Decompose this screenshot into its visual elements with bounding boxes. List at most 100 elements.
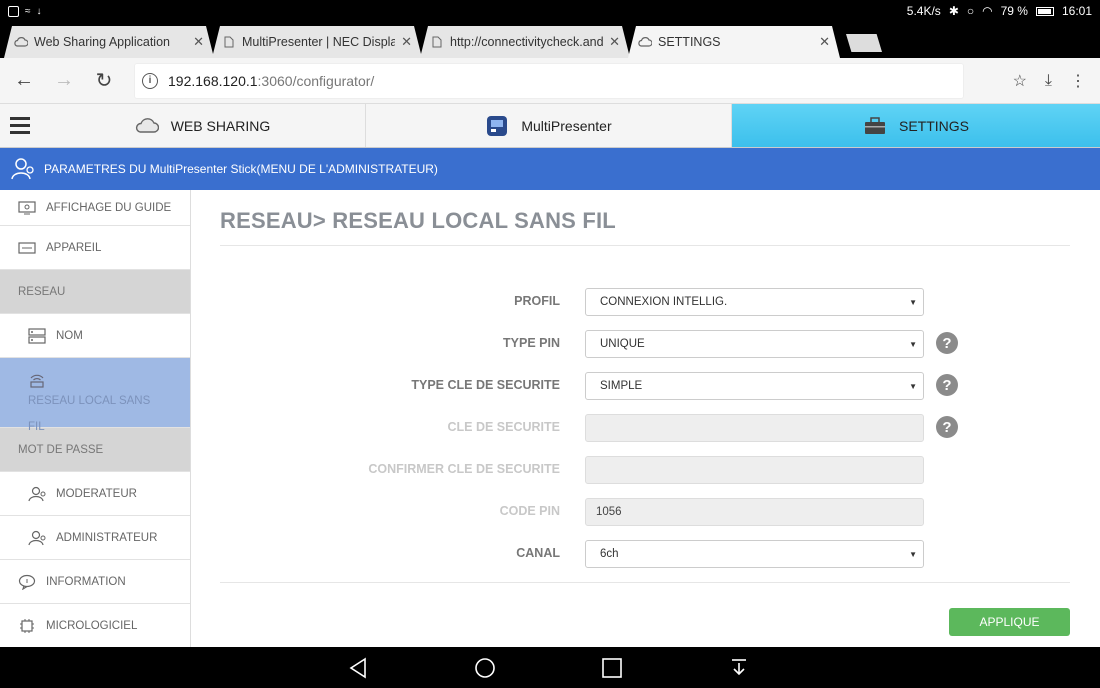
help-icon[interactable]: ? — [936, 416, 958, 438]
browser-tab-multipresenter[interactable]: MultiPresenter | NEC Display ✕ — [212, 26, 422, 58]
back-triangle-icon[interactable] — [347, 657, 369, 679]
info-bubble-icon — [18, 574, 36, 590]
code-pin-field: 1056 — [585, 498, 924, 526]
home-circle-icon[interactable] — [474, 657, 496, 679]
reload-icon[interactable]: ↻ — [84, 68, 124, 93]
browser-tab-settings[interactable]: SETTINGS ✕ — [628, 26, 840, 58]
tab-settings-label: SETTINGS — [898, 117, 969, 134]
field-row-canal: CANAL 6ch ▼ — [191, 540, 1100, 568]
new-tab-button[interactable] — [846, 34, 882, 52]
field-row-profil: PROFIL CONNEXION INTELLIG. ▼ — [191, 288, 1100, 316]
admin-banner-text: PARAMETRES DU MultiPresenter Stick(MENU … — [44, 162, 438, 176]
android-navigation-bar — [0, 647, 1100, 688]
settings-sidebar: AFFICHAGE DU GUIDE APPAREIL RESEAU NOM R… — [0, 190, 191, 647]
dropdown-caret-icon: ▼ — [909, 550, 917, 559]
info-icon[interactable]: i — [142, 72, 158, 89]
browser-tab-connectivitycheck[interactable]: http://connectivitycheck.and ✕ — [420, 26, 630, 58]
sidebar-item-information[interactable]: INFORMATION — [0, 560, 190, 604]
cloud-icon — [135, 116, 159, 136]
sidebar-item-administrateur[interactable]: ADMINISTRATEUR — [0, 516, 190, 560]
tab-multipresenter-label: MultiPresenter — [521, 117, 612, 134]
chip-icon — [18, 618, 36, 634]
tab-web-sharing-label: WEB SHARING — [170, 117, 271, 134]
more-menu-icon[interactable]: ⋮ — [1070, 71, 1086, 91]
dropdown-caret-icon: ▼ — [909, 298, 917, 307]
wifi-router-icon — [28, 372, 46, 388]
field-label-confirmer-cle-de-securite: CONFIRMER CLE DE SECURITE — [368, 462, 560, 476]
wifi-calling-icon: ≈ — [25, 5, 31, 17]
device-icon — [18, 240, 36, 256]
multipresenter-icon — [485, 115, 509, 136]
tab-close-icon[interactable]: ✕ — [609, 34, 620, 50]
tab-close-icon[interactable]: ✕ — [819, 34, 830, 50]
cloud-icon — [14, 35, 28, 49]
sidebar-item-appareil[interactable]: APPAREIL — [0, 226, 190, 270]
sidebar-item-micrologiciel[interactable]: MICROLOGICIEL — [0, 604, 190, 647]
url-path: :3060/configurator/ — [257, 72, 375, 89]
bookmark-star-icon[interactable]: ☆ — [1013, 71, 1027, 91]
help-icon[interactable]: ? — [936, 332, 958, 354]
apply-button[interactable]: APPLIQUE — [949, 608, 1070, 636]
android-status-bar: ≈ ↓ 5.4K/s ✱ ○ ◠ 79 % 16:01 — [0, 0, 1100, 22]
network-icon — [28, 327, 46, 344]
browser-tab-strip: Web Sharing Application ✕ MultiPresenter… — [0, 22, 1100, 58]
sidebar-item-moderateur[interactable]: MODERATEUR — [0, 472, 190, 516]
canal-select[interactable]: 6ch ▼ — [585, 540, 924, 568]
tab-close-icon[interactable]: ✕ — [401, 34, 412, 50]
field-row-type-pin: TYPE PIN UNIQUE ▼ ? — [191, 330, 1100, 358]
help-icon[interactable]: ? — [936, 374, 958, 396]
forward-arrow-icon[interactable]: → — [44, 69, 84, 92]
user-key-icon — [28, 530, 46, 546]
url-host: 192.168.120.1 — [168, 72, 258, 89]
tab-web-sharing[interactable]: WEB SHARING — [40, 104, 366, 147]
sidebar-item-reseau-local-sans-fil[interactable]: RESEAU LOCAL SANS FIL — [0, 358, 190, 433]
gallery-notification-icon — [8, 5, 19, 17]
alarm-icon: ○ — [966, 4, 975, 18]
field-row-confirmer-cle: CONFIRMER CLE DE SECURITE — [191, 456, 1100, 484]
dropdown-caret-icon: ▼ — [909, 382, 917, 391]
hamburger-menu-icon[interactable] — [0, 104, 40, 147]
recents-square-icon[interactable] — [601, 657, 623, 679]
bluetooth-icon: ✱ — [948, 4, 959, 18]
field-row-cle-de-securite: CLE DE SECURITE ? — [191, 414, 1100, 442]
user-key-icon — [28, 486, 46, 502]
wifi-icon: ◠ — [982, 4, 993, 18]
cloud-icon — [638, 35, 652, 49]
field-label-type-pin: TYPE PIN — [503, 336, 560, 350]
confirmer-cle-de-securite-input[interactable] — [585, 456, 924, 484]
download-icon[interactable]: ⤓ — [1045, 72, 1052, 90]
dropdown-caret-icon: ▼ — [909, 340, 917, 349]
sidebar-section-reseau[interactable]: RESEAU — [0, 270, 190, 314]
back-arrow-icon[interactable]: ← — [4, 69, 44, 92]
page-title: RESEAU> RESEAU LOCAL SANS FIL — [220, 208, 616, 233]
tab-close-icon[interactable]: ✕ — [193, 34, 204, 50]
field-label-cle-de-securite: CLE DE SECURITE — [447, 420, 560, 434]
download-notification-icon: ↓ — [36, 5, 42, 17]
field-row-code-pin: CODE PIN 1056 — [191, 498, 1100, 526]
cle-de-securite-input[interactable] — [585, 414, 924, 442]
field-label-code-pin: CODE PIN — [499, 504, 560, 518]
url-bar[interactable]: i 192.168.120.1 :3060/configurator/ — [134, 62, 964, 99]
settings-content: RESEAU> RESEAU LOCAL SANS FIL PROFIL CON… — [191, 190, 1100, 647]
divider — [220, 582, 1070, 583]
page-icon — [222, 35, 236, 49]
sidebar-item-affichage-du-guide[interactable]: AFFICHAGE DU GUIDE — [0, 190, 190, 226]
browser-tab-web-sharing[interactable]: Web Sharing Application ✕ — [4, 26, 214, 58]
sidebar-item-label: RESEAU LOCAL SANS FIL — [28, 395, 151, 433]
field-label-type-cle-de-securite: TYPE CLE DE SECURITE — [411, 378, 560, 392]
app-navigation: WEB SHARING MultiPresenter SETTINGS — [0, 104, 1100, 148]
type-cle-de-securite-select[interactable]: SIMPLE ▼ — [585, 372, 924, 400]
notification-pull-down-icon[interactable] — [728, 657, 750, 679]
page-icon — [430, 35, 444, 49]
network-speed: 5.4K/s — [906, 4, 941, 18]
admin-user-icon — [10, 156, 36, 182]
tab-multipresenter[interactable]: MultiPresenter — [366, 104, 732, 147]
tab-settings[interactable]: SETTINGS — [732, 104, 1100, 147]
sidebar-item-nom[interactable]: NOM — [0, 314, 190, 358]
profil-select[interactable]: CONNEXION INTELLIG. ▼ — [585, 288, 924, 316]
admin-menu-banner: PARAMETRES DU MultiPresenter Stick(MENU … — [0, 148, 1100, 190]
divider — [220, 245, 1070, 246]
field-label-canal: CANAL — [516, 546, 560, 560]
battery-icon — [1035, 6, 1054, 16]
type-pin-select[interactable]: UNIQUE ▼ — [585, 330, 924, 358]
